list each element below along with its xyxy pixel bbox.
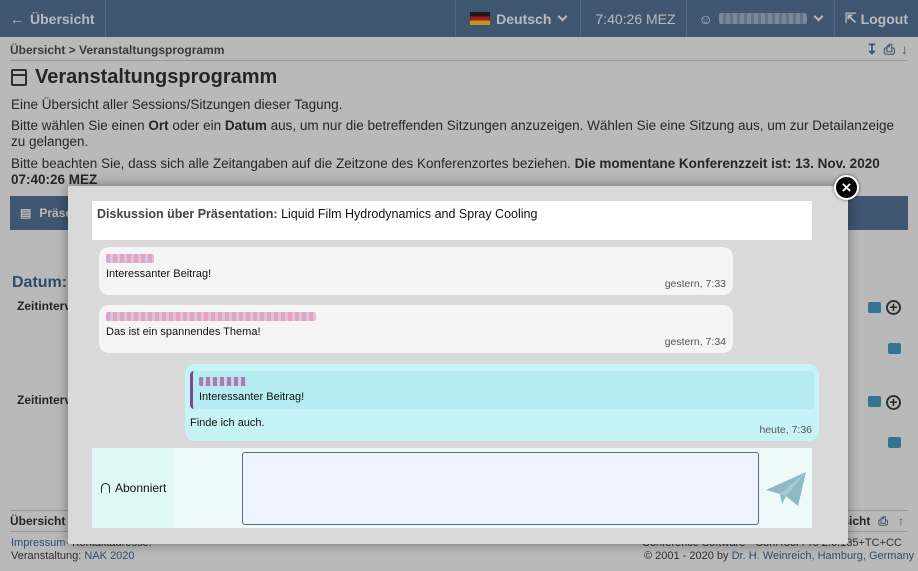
- quote-author-redacted: [199, 377, 247, 386]
- message-author-redacted: [106, 254, 154, 263]
- close-modal-button[interactable]: ×: [834, 175, 859, 200]
- message-time: gestern, 7:34: [664, 336, 726, 348]
- subscribe-toggle[interactable]: Abonniert: [92, 448, 174, 528]
- discussion-modal: Diskussion über Präsentation: Liquid Fil…: [68, 186, 848, 544]
- quoted-message: Interessanter Beitrag!: [190, 371, 814, 409]
- message-time: gestern, 7:33: [664, 278, 726, 290]
- bell-icon: [101, 483, 110, 493]
- chat-message: Interessanter Beitrag! gestern, 7:33: [99, 247, 733, 295]
- message-text: Finde ich auch.: [190, 417, 265, 429]
- quote-text: Interessanter Beitrag!: [199, 391, 305, 403]
- message-time: heute, 7:36: [759, 424, 812, 436]
- presentation-title: Liquid Film Hydrodynamics and Spray Cool…: [277, 207, 538, 221]
- compose-area: Abonniert: [92, 448, 812, 528]
- message-text: Interessanter Beitrag!: [106, 268, 212, 280]
- chat-message: Das ist ein spannendes Thema! gestern, 7…: [99, 305, 733, 353]
- send-icon[interactable]: [764, 466, 808, 510]
- discussion-header: Diskussion über Präsentation: Liquid Fil…: [92, 201, 812, 240]
- message-author-redacted: [106, 312, 316, 321]
- own-chat-message: Interessanter Beitrag! Finde ich auch. h…: [185, 364, 819, 441]
- message-text: Das ist ein spannendes Thema!: [106, 326, 261, 338]
- message-input[interactable]: [242, 452, 759, 525]
